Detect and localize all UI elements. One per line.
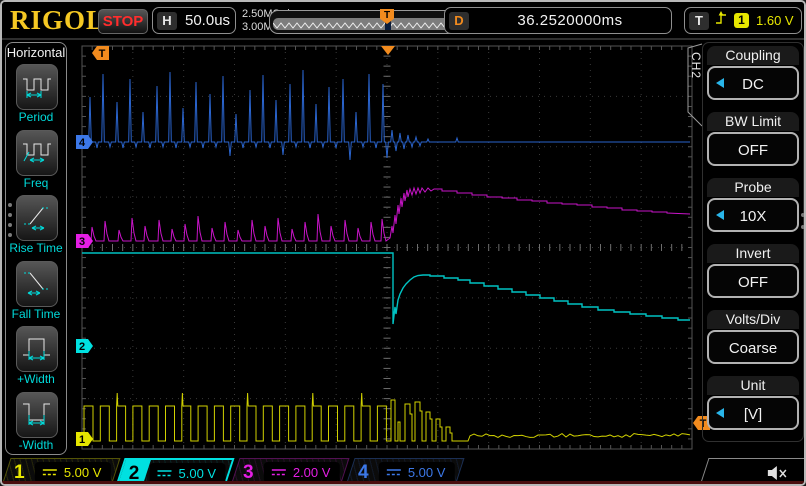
status-bar: RIGOL STOP H 50.0us 2.50MSa/s 3.00M pts … (2, 2, 804, 40)
menu-item-volts-div: Volts/Div Coarse (707, 310, 799, 364)
measure-button-period[interactable] (16, 64, 58, 110)
left-arrow-icon (716, 210, 724, 220)
menu-item-value[interactable]: 10X (707, 198, 799, 232)
menu-item-unit: Unit [V] (707, 376, 799, 430)
menu-page-dot (8, 213, 12, 217)
minus-width-icon (20, 397, 54, 432)
oscilloscope-screen: 4 3 2 1 T T RIGOL STOP H 50.0us 2.50MSa/s 3.0… (0, 0, 806, 486)
svg-text:1: 1 (79, 434, 85, 446)
h-label-chip: H (157, 12, 177, 30)
menu-item-value[interactable]: OFF (707, 264, 799, 298)
svg-text:2: 2 (79, 341, 85, 353)
rising-edge-icon (715, 10, 728, 31)
measure-button-rise-time[interactable] (16, 195, 58, 241)
menu-item-value[interactable]: Coarse (707, 330, 799, 364)
menu-page-dot (8, 233, 12, 237)
menu-item-value[interactable]: OFF (707, 132, 799, 166)
channel-scale: 2.00 V (293, 465, 331, 480)
t-label-chip: T (689, 12, 709, 30)
menu-item-label: Coupling (707, 46, 799, 65)
menu-page-dot (801, 225, 805, 229)
measure-button-label: Rise Time (6, 241, 66, 255)
fall-time-icon (20, 266, 54, 301)
delay-value: 36.2520000ms (469, 12, 671, 29)
channel-scale: 5.00 V (179, 466, 217, 481)
measure-button-label: -Width (6, 438, 66, 452)
plus-width-icon (20, 332, 54, 367)
menu-item-label: Probe (707, 178, 799, 197)
rise-time-icon (20, 201, 54, 236)
menu-item-label: Unit (707, 376, 799, 395)
left-arrow-icon (716, 408, 724, 418)
measure-button-label: Fall Time (6, 307, 66, 321)
freq-icon (20, 135, 54, 170)
measure-button-label: +Width (6, 372, 66, 386)
measure-button-fall-time[interactable] (16, 261, 58, 307)
dc-coupling-icon (270, 464, 288, 482)
left-menu-title: Horizontal (6, 45, 66, 60)
menu-item-value[interactable]: DC (707, 66, 799, 100)
horizontal-measure-menu: Horizontal Period Freq Rise Time Fall Ti… (5, 42, 67, 455)
horizontal-scale-block: H 50.0us (152, 7, 236, 34)
menu-item-label: BW Limit (707, 112, 799, 131)
bottom-bezel (2, 481, 804, 484)
menu-item-label: Invert (707, 244, 799, 263)
measure-button--width[interactable] (16, 392, 58, 438)
dc-coupling-icon (41, 464, 59, 482)
svg-text:4: 4 (79, 137, 86, 149)
trigger-block: T 1 1.60 V (684, 7, 802, 34)
channel-scale: 5.00 V (64, 465, 102, 480)
delay-block: D 36.2520000ms (444, 7, 672, 34)
rigol-logo: RIGOL (10, 5, 105, 36)
menu-item-probe: Probe 10X (707, 178, 799, 232)
horizontal-scale-value: 50.0us (185, 12, 230, 29)
dc-coupling-icon (156, 465, 174, 483)
measure-button-label: Period (6, 110, 66, 124)
run-state-badge: STOP (98, 9, 148, 34)
menu-item-bw-limit: BW Limit OFF (707, 112, 799, 166)
menu-item-label: Volts/Div (707, 310, 799, 329)
period-icon (20, 70, 54, 105)
channel-scale: 5.00 V (408, 465, 446, 480)
svg-text:T: T (99, 48, 106, 60)
trigger-level-value: 1.60 V (756, 13, 794, 28)
measure-button-freq[interactable] (16, 130, 58, 176)
svg-text:3: 3 (79, 236, 85, 248)
right-menu-tab: CH2 (689, 52, 703, 79)
measure-button--width[interactable] (16, 326, 58, 372)
menu-page-dot (801, 213, 805, 217)
menu-item-invert: Invert OFF (707, 244, 799, 298)
trigger-source-chip: 1 (734, 13, 749, 28)
d-label-chip: D (449, 12, 469, 30)
measure-button-label: Freq (6, 176, 66, 190)
menu-item-coupling: Coupling DC (707, 46, 799, 100)
menu-page-dot (8, 223, 12, 227)
dc-coupling-icon (385, 464, 403, 482)
left-arrow-icon (716, 78, 724, 88)
menu-page-dot (8, 203, 12, 207)
menu-item-value[interactable]: [V] (707, 396, 799, 430)
